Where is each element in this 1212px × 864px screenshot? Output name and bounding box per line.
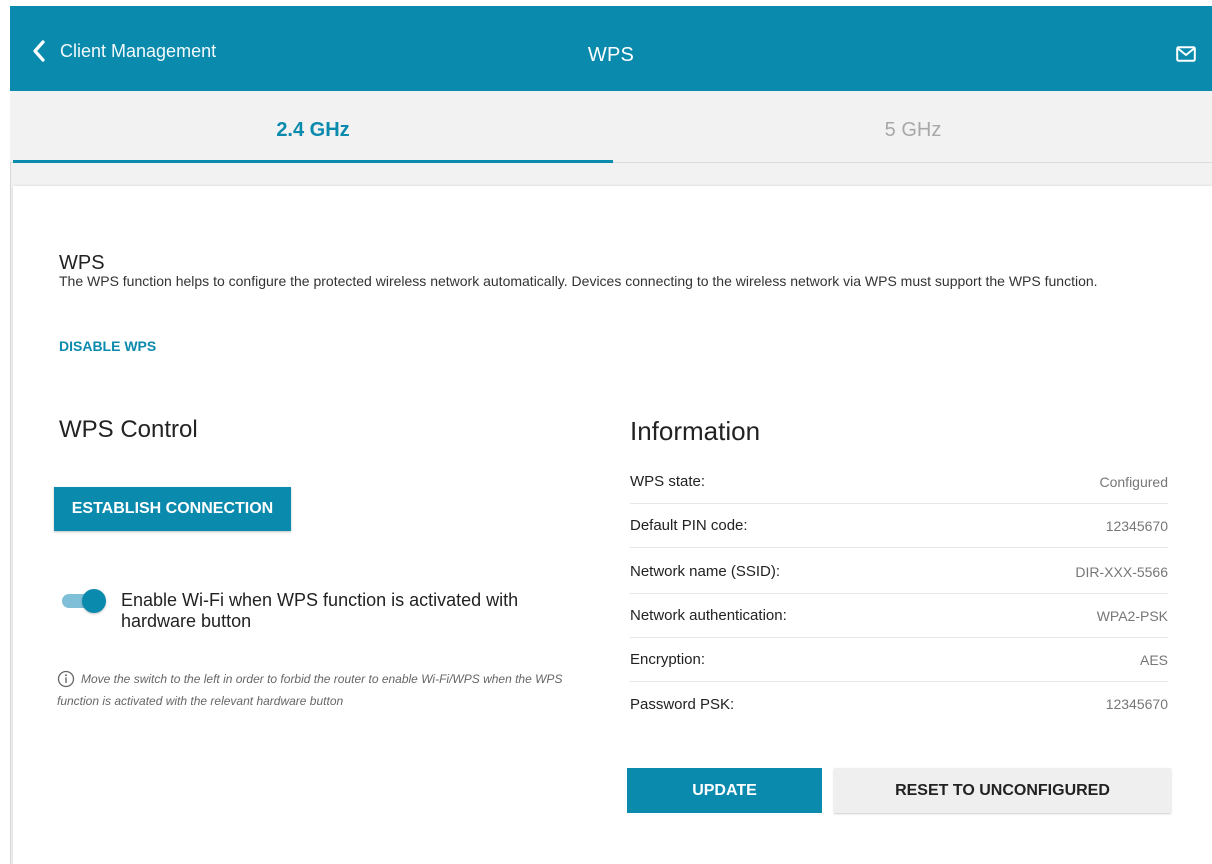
establish-connection-button[interactable]: ESTABLISH CONNECTION <box>54 487 291 531</box>
tab-2-4-ghz[interactable]: 2.4 GHz <box>13 91 613 163</box>
info-value: 12345670 <box>1105 517 1168 534</box>
toggle-hint-text: Move the switch to the left in order to … <box>57 672 563 708</box>
info-row-password-psk: Password PSK: 12345670 <box>630 682 1168 726</box>
top-bar: Client Management WPS <box>10 6 1212 91</box>
enable-wifi-toggle[interactable] <box>62 589 106 613</box>
wps-description: The WPS function helps to configure the … <box>59 273 1098 289</box>
info-key: Encryption: <box>630 651 706 668</box>
wps-settings-card: WPS The WPS function helps to configure … <box>13 186 1212 864</box>
info-row-ssid: Network name (SSID): DIR-XXX-5566 <box>630 550 1168 594</box>
info-key: Default PIN code: <box>630 517 748 534</box>
info-key: Network authentication: <box>630 607 787 624</box>
info-key: Password PSK: <box>630 695 735 713</box>
toggle-knob <box>82 589 106 613</box>
information-heading: Information <box>630 416 761 446</box>
info-value: 12345670 <box>1105 696 1168 712</box>
info-row-default-pin: Default PIN code: 12345670 <box>630 504 1168 548</box>
info-key: Network name (SSID): <box>630 563 781 580</box>
mail-icon[interactable] <box>1176 46 1196 62</box>
page-title: WPS <box>587 44 635 66</box>
reset-to-unconfigured-button[interactable]: RESET TO UNCONFIGURED <box>834 768 1171 813</box>
enable-wifi-toggle-label: Enable Wi-Fi when WPS function is activa… <box>121 590 519 631</box>
info-row-authentication: Network authentication: WPA2-PSK <box>630 594 1168 638</box>
band-tabs: 2.4 GHz 5 GHz <box>10 91 1212 163</box>
info-row-encryption: Encryption: AES <box>630 638 1168 682</box>
info-row-wps-state: WPS state: Configured <box>630 460 1168 504</box>
update-button[interactable]: UPDATE <box>627 768 822 813</box>
info-value: AES <box>1139 651 1168 668</box>
tab-5-ghz[interactable]: 5 GHz <box>613 91 1212 163</box>
info-key: WPS state: <box>630 473 706 490</box>
info-value: Configured <box>1099 473 1169 490</box>
disable-wps-link[interactable]: DISABLE WPS <box>59 338 156 354</box>
info-value: DIR-XXX-5566 <box>1075 563 1168 580</box>
wps-control-heading: WPS Control <box>59 416 198 443</box>
info-value: WPA2-PSK <box>1096 607 1168 624</box>
